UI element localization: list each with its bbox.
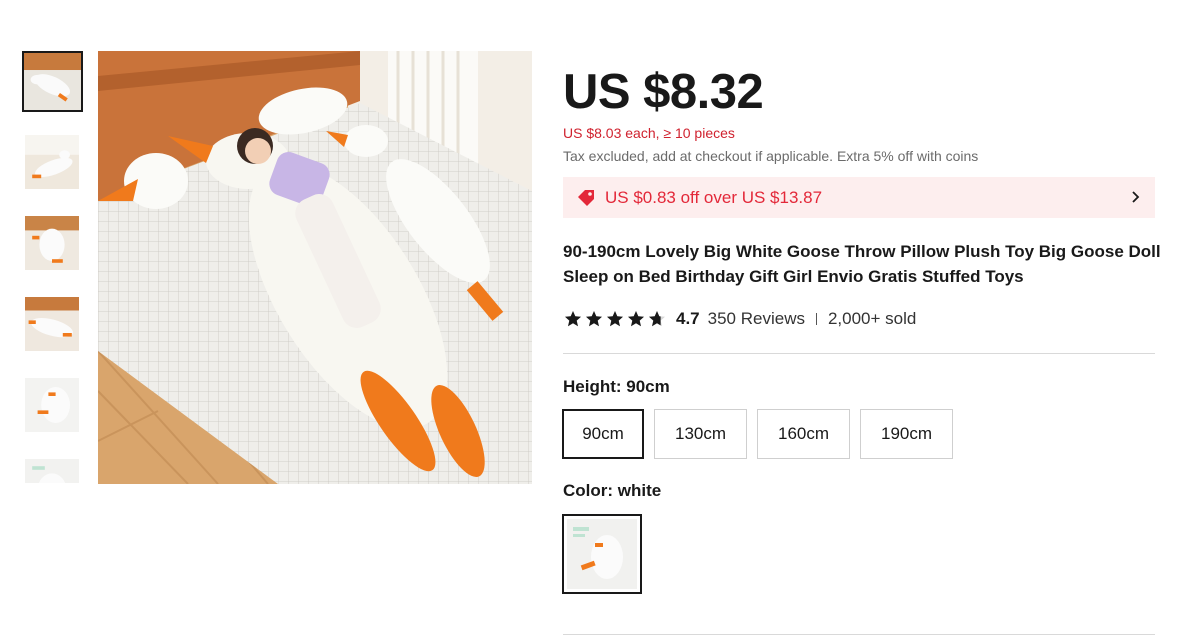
coupon-tag-icon [576, 189, 596, 207]
coupon-banner[interactable]: US $0.83 off over US $13.87 [563, 177, 1155, 218]
height-option-90cm[interactable]: 90cm [562, 409, 644, 459]
height-label: Height: 90cm [563, 377, 670, 396]
thumbnail-image [25, 135, 79, 189]
thumbnail-1[interactable] [22, 51, 83, 112]
thumbnail-image [25, 216, 79, 270]
star-icon [565, 311, 581, 327]
rating-stars [564, 310, 666, 328]
divider-bottom [563, 634, 1155, 635]
thumbnail-image [24, 53, 81, 110]
product-title: 90-190cm Lovely Big White Goose Throw Pi… [563, 242, 1161, 286]
bulk-price: US $8.03 each, ≥ 10 pieces [563, 125, 735, 141]
product-price: US $8.32 [563, 65, 764, 119]
height-option-160cm[interactable]: 160cm [757, 409, 850, 459]
divider [563, 353, 1155, 354]
product-photo [98, 51, 532, 484]
star-icon [649, 311, 665, 327]
reviews-link[interactable]: 350 Reviews [708, 309, 805, 329]
thumbnail-5[interactable] [24, 377, 80, 433]
rating-row: 4.7 350 Reviews 2,000+ sold [564, 309, 916, 329]
chevron-right-icon [1131, 190, 1141, 209]
height-option-190cm[interactable]: 190cm [860, 409, 953, 459]
height-option-130cm[interactable]: 130cm [654, 409, 747, 459]
separator [815, 313, 817, 325]
thumbnail-strip [22, 51, 84, 483]
tax-note: Tax excluded, add at checkout if applica… [563, 148, 979, 164]
color-option-white[interactable] [562, 514, 642, 594]
color-swatch-image [567, 519, 637, 589]
thumbnail-3[interactable] [24, 215, 80, 271]
height-options: 90cm 130cm 160cm 190cm [562, 409, 953, 459]
rating-score: 4.7 [676, 309, 700, 328]
star-icon [586, 311, 602, 327]
thumbnail-2[interactable] [24, 134, 80, 190]
star-icon [607, 311, 623, 327]
thumbnail-image [25, 297, 79, 351]
color-label: Color: white [563, 481, 662, 500]
main-product-image[interactable] [98, 51, 532, 484]
thumbnail-image [25, 378, 79, 432]
thumbnail-image [25, 459, 79, 483]
sold-count: 2,000+ sold [827, 309, 917, 328]
star-icon [628, 311, 644, 327]
coupon-text: US $0.83 off over US $13.87 [605, 187, 823, 207]
thumbnail-6[interactable] [24, 458, 80, 483]
thumbnail-4[interactable] [24, 296, 80, 352]
